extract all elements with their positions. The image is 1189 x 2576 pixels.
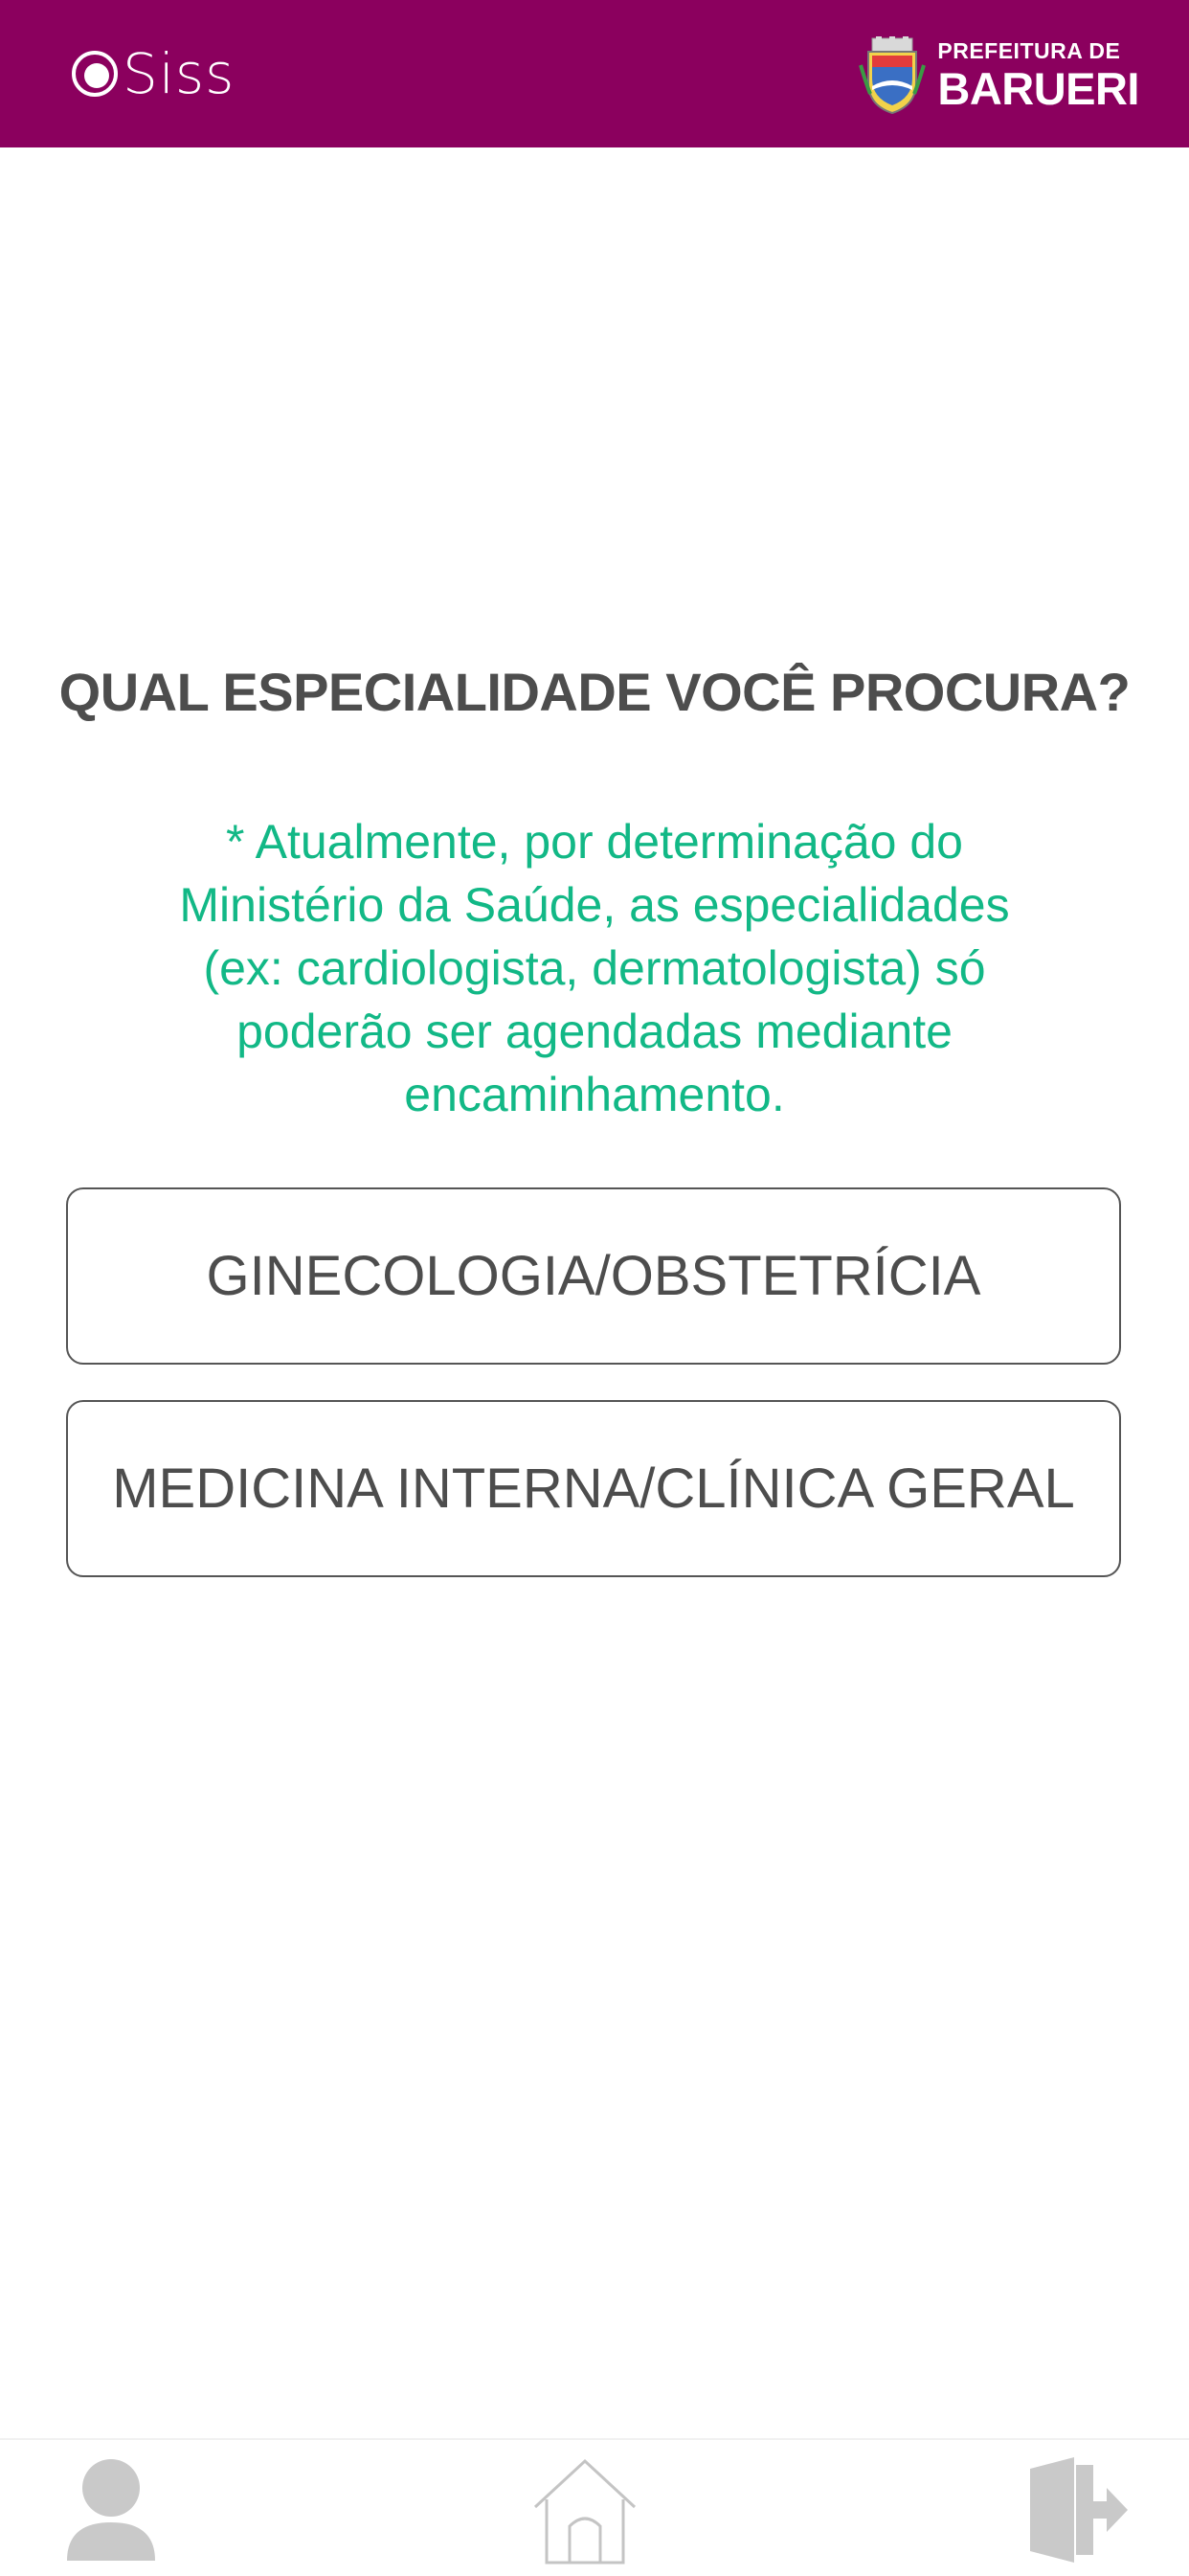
referral-notice: * Atualmente, por determinação do Minist… <box>179 815 1010 1121</box>
tab-exit[interactable] <box>1026 2457 1132 2563</box>
city-title-line1: PREFEITURA DE <box>937 38 1121 63</box>
siss-logo-icon <box>72 51 118 97</box>
specialty-option-label: MEDICINA INTERNA/CLÍNICA GERAL <box>112 1457 1075 1520</box>
city-title-line2: BARUERI <box>937 63 1139 114</box>
tab-home[interactable] <box>531 2457 639 2565</box>
page-title: QUAL ESPECIALIDADE VOCÊ PROCURA? <box>58 662 1131 722</box>
barueri-crest-icon <box>859 36 927 115</box>
specialty-option-internal-medicine[interactable]: MEDICINA INTERNA/CLÍNICA GERAL <box>66 1400 1121 1577</box>
app-header: Siss PREFEITURA DE BARUERI <box>0 0 1189 147</box>
home-icon <box>533 2458 637 2565</box>
siss-logo: Siss <box>71 41 236 106</box>
app-name: Siss <box>123 41 236 106</box>
specialty-option-gynecology[interactable]: GINECOLOGIA/OBSTETRÍCIA <box>66 1187 1121 1365</box>
tab-profile[interactable] <box>65 2457 157 2561</box>
exit-icon <box>1030 2457 1128 2563</box>
specialty-option-label: GINECOLOGIA/OBSTETRÍCIA <box>206 1245 981 1307</box>
bottom-tab-bar <box>0 2438 1189 2576</box>
city-logo: PREFEITURA DE BARUERI <box>859 36 1139 115</box>
profile-icon <box>67 2459 155 2561</box>
